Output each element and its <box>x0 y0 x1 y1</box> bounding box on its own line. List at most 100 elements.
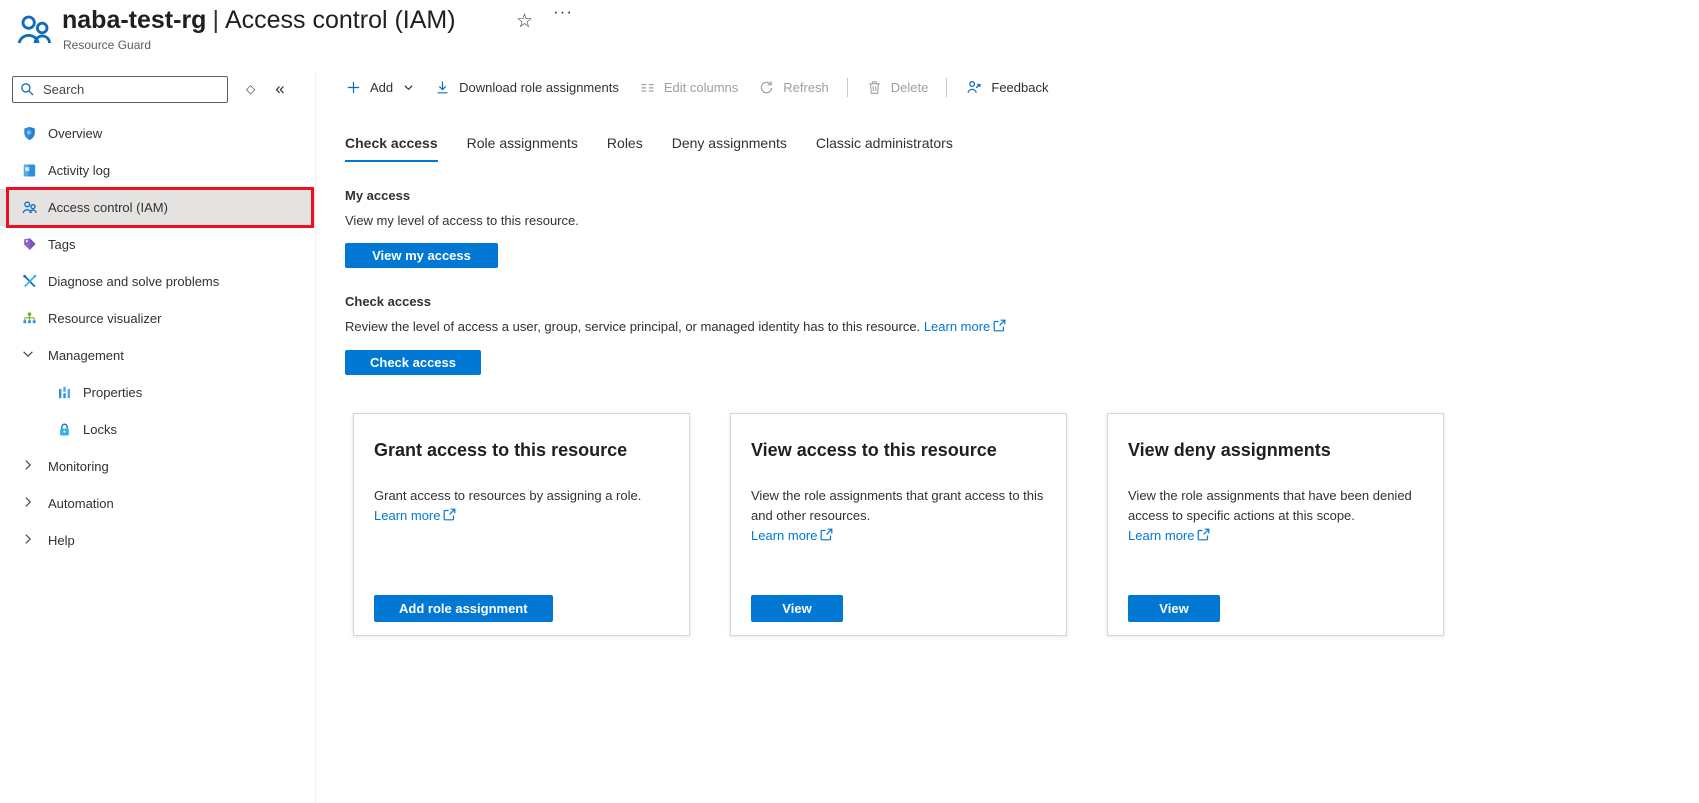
page-title: naba-test-rg | Access control (IAM) <box>62 6 456 35</box>
resource-name: naba-test-rg <box>62 6 207 34</box>
sidebar-item-label: Activity log <box>48 163 111 178</box>
feedback-button[interactable]: Feedback <box>955 78 1058 96</box>
search-icon <box>19 81 35 97</box>
check-access-learn-more-link[interactable]: Learn more <box>924 319 1006 334</box>
sidebar-group-monitoring[interactable]: Monitoring <box>0 448 315 485</box>
external-link-icon <box>1197 527 1210 547</box>
learn-more-label: Learn more <box>1128 528 1195 543</box>
activity-log-icon <box>21 162 38 179</box>
my-access-heading: My access <box>345 188 411 203</box>
command-bar: Add Download role assignments Edit colum… <box>345 72 1699 102</box>
azure-portal-page: naba-test-rg | Access control (IAM) Resour… <box>0 0 1699 803</box>
trash-icon <box>868 80 880 94</box>
chevron-right-icon <box>21 532 38 549</box>
sidebar-search-box <box>12 75 228 103</box>
search-input[interactable] <box>12 75 228 103</box>
tree-icon <box>21 310 38 327</box>
blade-name: Access control (IAM) <box>224 6 456 34</box>
deny-assignments-view-button[interactable]: View <box>1128 595 1220 622</box>
sidebar-item-label: Tags <box>48 237 76 252</box>
external-link-icon <box>443 507 456 527</box>
chevron-right-icon <box>21 495 38 512</box>
sidebar-item-properties[interactable]: Properties <box>0 374 315 411</box>
sidebar-group-help[interactable]: Help <box>0 522 315 559</box>
more-options-ellipsis-icon[interactable]: ··· <box>553 2 573 22</box>
toolbar-separator <box>946 77 948 97</box>
delete-button[interactable]: Delete <box>856 79 939 96</box>
tag-icon <box>21 236 38 253</box>
sidebar-item-diagnose-and-solve-problems[interactable]: Diagnose and solve problems <box>0 263 315 300</box>
card-title: View deny assignments <box>1128 440 1331 460</box>
add-label: Add <box>370 79 394 95</box>
check-access-heading: Check access <box>345 294 432 309</box>
sidebar-group-label: Automation <box>48 496 114 511</box>
resource-menu-sidebar: ◇ « Overview <box>0 72 316 803</box>
add-button[interactable]: Add <box>345 79 424 96</box>
refresh-button[interactable]: Refresh <box>748 79 839 96</box>
favorite-star-icon[interactable]: ☆ <box>516 10 533 33</box>
resource-guard-people-icon <box>14 10 54 50</box>
sidebar-item-access-control-iam[interactable]: Access control (IAM) <box>0 187 315 228</box>
title-separator: | <box>212 6 219 34</box>
sidebar-group-label: Monitoring <box>48 459 109 474</box>
edit-columns-button[interactable]: Edit columns <box>629 79 748 96</box>
view-deny-assignments-card: View deny assignments View the role assi… <box>1107 413 1444 636</box>
main-content: Add Download role assignments Edit colum… <box>345 72 1699 636</box>
view-access-view-button[interactable]: View <box>751 595 843 622</box>
tab-roles[interactable]: Roles <box>607 135 643 162</box>
edit-columns-label: Edit columns <box>663 79 739 95</box>
edit-columns-icon <box>641 83 654 92</box>
keyboard-hint-icon: ◇ <box>246 82 256 96</box>
refresh-label: Refresh <box>783 79 829 95</box>
add-role-assignment-button[interactable]: Add role assignment <box>374 595 553 622</box>
tab-role-assignments[interactable]: Role assignments <box>467 135 578 162</box>
view-access-card: View access to this resource View the ro… <box>730 413 1067 636</box>
sidebar-group-label: Help <box>48 533 75 548</box>
sidebar-item-resource-visualizer[interactable]: Resource visualizer <box>0 300 315 337</box>
sidebar-group-management[interactable]: Management <box>0 337 315 374</box>
my-access-description: View my level of access to this resource… <box>345 213 579 228</box>
lock-icon <box>56 421 73 438</box>
sidebar-item-label: Resource visualizer <box>48 311 162 326</box>
sidebar-item-label: Properties <box>83 385 143 400</box>
tools-icon <box>21 273 38 290</box>
sidebar-group-label: Management <box>48 348 124 363</box>
card-description: Grant access to resources by assigning a… <box>374 488 642 503</box>
card-description: View the role assignments that grant acc… <box>751 488 1044 523</box>
sidebar-item-tags[interactable]: Tags <box>0 226 315 263</box>
bars-icon <box>56 384 73 401</box>
tab-deny-assignments[interactable]: Deny assignments <box>672 135 787 162</box>
card-description: View the role assignments that have been… <box>1128 488 1412 523</box>
deny-assignments-learn-more-link[interactable]: Learn more <box>1128 528 1210 543</box>
external-link-icon <box>993 319 1006 335</box>
resource-menu-nav: Overview Activity log Access control (IA… <box>0 115 315 559</box>
check-access-button[interactable]: Check access <box>345 350 481 375</box>
view-access-learn-more-link[interactable]: Learn more <box>751 528 833 543</box>
people-icon <box>21 199 38 216</box>
sidebar-search-row: ◇ « <box>12 75 303 103</box>
download-icon <box>437 80 448 93</box>
card-title: View access to this resource <box>751 440 997 460</box>
grant-access-learn-more-link[interactable]: Learn more <box>374 508 456 523</box>
view-my-access-button[interactable]: View my access <box>345 243 498 268</box>
learn-more-label: Learn more <box>374 508 441 523</box>
plus-icon <box>347 81 360 93</box>
chevron-right-icon <box>21 458 38 475</box>
collapse-menu-icon[interactable]: « <box>275 79 284 99</box>
external-link-icon <box>820 527 833 547</box>
tab-classic-administrators[interactable]: Classic administrators <box>816 135 953 162</box>
feedback-person-icon <box>967 81 981 93</box>
download-role-assignments-button[interactable]: Download role assignments <box>424 79 629 96</box>
download-label: Download role assignments <box>459 79 619 95</box>
sidebar-item-label: Diagnose and solve problems <box>48 274 220 289</box>
chevron-down-icon <box>21 347 38 364</box>
learn-more-label: Learn more <box>751 528 818 543</box>
sidebar-item-label: Overview <box>48 126 103 141</box>
sidebar-item-overview[interactable]: Overview <box>0 115 315 152</box>
sidebar-item-locks[interactable]: Locks <box>0 411 315 448</box>
tab-check-access[interactable]: Check access <box>345 135 438 162</box>
sidebar-item-activity-log[interactable]: Activity log <box>0 152 315 189</box>
tab-bar: Check access Role assignments Roles Deny… <box>345 135 1699 162</box>
sidebar-group-automation[interactable]: Automation <box>0 485 315 522</box>
toolbar-separator <box>846 77 848 97</box>
